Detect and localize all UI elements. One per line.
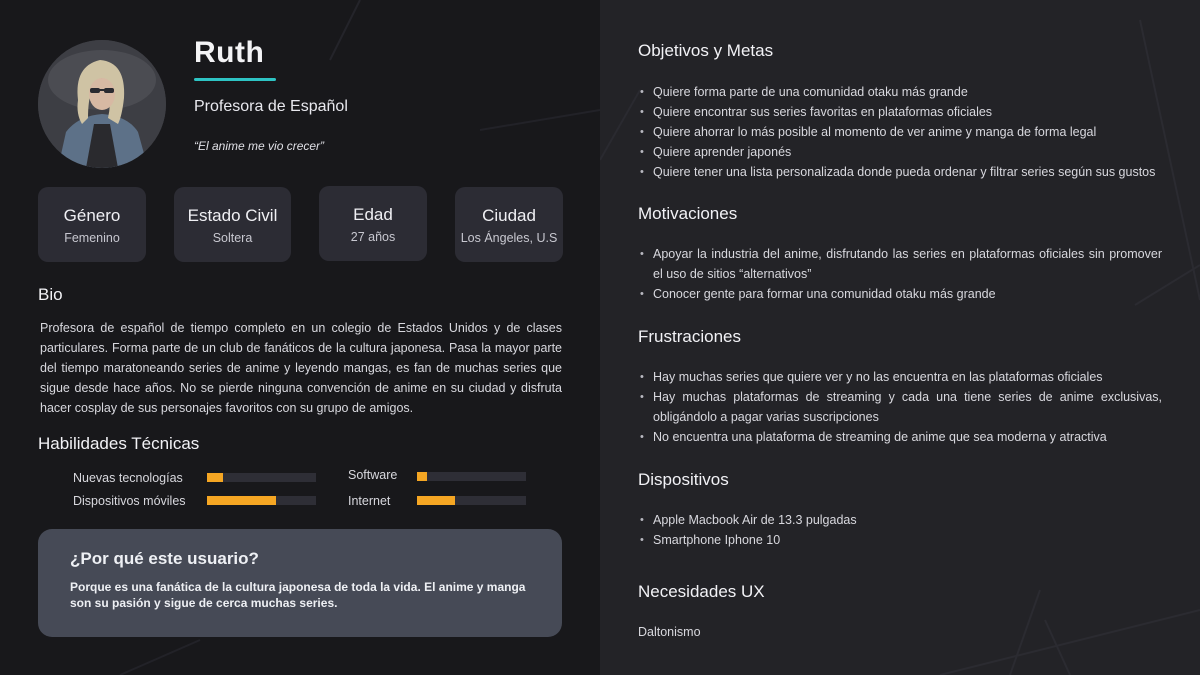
ux-needs-text: Daltonismo [638, 625, 701, 639]
persona-quote: “El anime me vio crecer” [194, 139, 325, 153]
persona-name: Ruth [194, 36, 265, 69]
skill-bar-fill [417, 496, 456, 505]
list-item: Hay muchas plataformas de streaming y ca… [638, 387, 1162, 427]
list-item: Quiere tener una lista personalizada don… [638, 162, 1162, 182]
skill-bar [207, 473, 316, 482]
list-item: Quiere forma parte de una comunidad otak… [638, 82, 1162, 102]
avatar [38, 40, 166, 168]
stat-label: Género [63, 206, 121, 225]
why-this-user-card: ¿Por qué este usuario? Porque es una fan… [38, 529, 562, 637]
stat-value: Los Ángeles, U.S [460, 231, 558, 245]
stat-value: Femenino [64, 231, 120, 245]
stat-label: Edad [353, 205, 393, 224]
skill-label: Nuevas tecnologías [73, 471, 183, 485]
skill-label: Dispositivos móviles [73, 494, 186, 508]
list-item: No encuentra una plataforma de streaming… [638, 427, 1162, 447]
persona-left-panel: Ruth Profesora de Español “El anime me v… [0, 0, 600, 675]
ux-needs-title: Necesidades UX [638, 582, 765, 601]
stat-label: Estado Civil [187, 206, 278, 225]
list-item: Apple Macbook Air de 13.3 pulgadas [638, 510, 1162, 530]
motivations-list: Apoyar la industria del anime, disfrutan… [638, 244, 1162, 304]
list-item: Quiere aprender japonés [638, 142, 1162, 162]
stat-card-civil-status: Estado Civil Soltera [174, 187, 291, 262]
list-item: Hay muchas series que quiere ver y no la… [638, 367, 1162, 387]
skill-bar [417, 472, 526, 481]
persona-right-panel: Objetivos y Metas Quiere forma parte de … [600, 0, 1200, 675]
name-underline [194, 78, 276, 81]
skill-bar-fill [207, 496, 276, 505]
list-item: Quiere ahorrar lo más posible al momento… [638, 122, 1162, 142]
why-text: Porque es una fanática de la cultura jap… [70, 580, 526, 610]
bio-title: Bio [38, 285, 63, 304]
list-item: Smartphone Iphone 10 [638, 530, 1162, 550]
list-item: Apoyar la industria del anime, disfrutan… [638, 244, 1162, 284]
persona-role: Profesora de Español [194, 98, 348, 115]
stat-card-gender: Género Femenino [38, 187, 146, 262]
goals-title: Objetivos y Metas [638, 41, 774, 60]
stat-card-city: Ciudad Los Ángeles, U.S [455, 187, 563, 262]
stat-value: Soltera [212, 231, 253, 245]
skills-title: Habilidades Técnicas [38, 434, 200, 453]
skill-bar [417, 496, 526, 505]
list-item: Conocer gente para formar una comunidad … [638, 284, 1162, 304]
skill-bar-fill [417, 472, 427, 481]
avatar-portrait [38, 40, 166, 168]
bio-text: Profesora de español de tiempo completo … [40, 321, 562, 415]
list-item: Quiere encontrar sus series favoritas en… [638, 102, 1162, 122]
skill-bar-fill [207, 473, 224, 482]
motivations-title: Motivaciones [638, 204, 738, 223]
skill-label: Internet [348, 494, 391, 508]
why-title: ¿Por qué este usuario? [70, 549, 259, 568]
stat-card-age: Edad 27 años [319, 186, 427, 261]
stat-value: 27 años [350, 230, 396, 244]
frustrations-title: Frustraciones [638, 327, 741, 346]
skill-label: Software [348, 468, 398, 482]
goals-list: Quiere forma parte de una comunidad otak… [638, 82, 1162, 182]
skill-bar [207, 496, 316, 505]
devices-list: Apple Macbook Air de 13.3 pulgadas Smart… [638, 510, 1162, 550]
devices-title: Dispositivos [638, 470, 729, 489]
stat-label: Ciudad [482, 206, 536, 225]
frustrations-list: Hay muchas series que quiere ver y no la… [638, 367, 1162, 447]
